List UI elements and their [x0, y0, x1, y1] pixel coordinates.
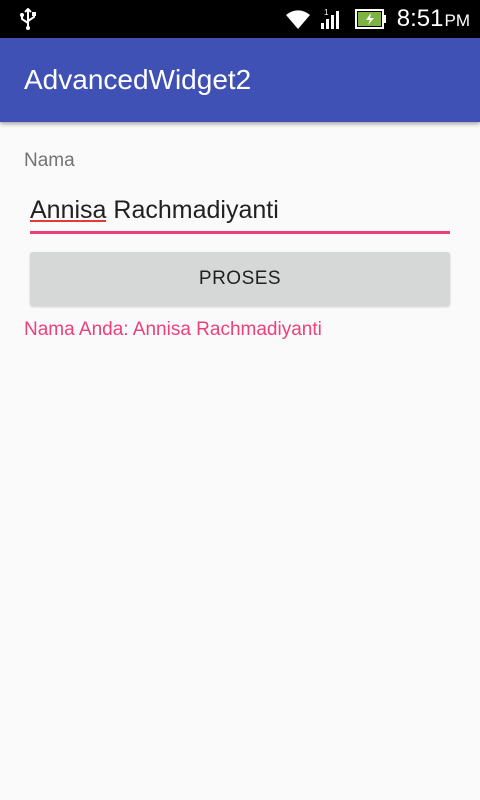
name-input-rest: Rachmadiyanti [106, 196, 279, 224]
name-input-value[interactable]: Annisa Rachmadiyanti [30, 190, 450, 230]
spellcheck-word: Annisa [30, 196, 107, 224]
signal-icon: 1 [320, 8, 339, 29]
result-text: Nama Anda: Annisa Rachmadiyanti [24, 319, 322, 340]
battery-charging-icon [354, 9, 386, 29]
signal-sim-label: 1 [324, 8, 329, 17]
clock-time: 8:51 [396, 5, 444, 32]
proses-button[interactable]: PROSES [30, 252, 450, 306]
status-bar: 1 8:51 PM [0, 0, 480, 38]
content: Nama Annisa Rachmadiyanti PROSES Nama An… [0, 122, 480, 800]
name-label: Nama [24, 150, 75, 171]
name-input[interactable]: Annisa Rachmadiyanti [30, 190, 450, 234]
wifi-icon [285, 10, 310, 29]
status-icons: 1 8:51 PM [285, 0, 470, 38]
app-title: AdvancedWidget2 [24, 64, 252, 95]
usb-icon [20, 8, 36, 30]
clock: 8:51 PM [397, 0, 470, 38]
clock-ampm: PM [444, 11, 471, 30]
input-underline [30, 231, 450, 234]
screen: 1 8:51 PM AdvancedWidget2 Nama Annisa Ra… [0, 0, 480, 800]
app-bar: AdvancedWidget2 [0, 38, 480, 122]
